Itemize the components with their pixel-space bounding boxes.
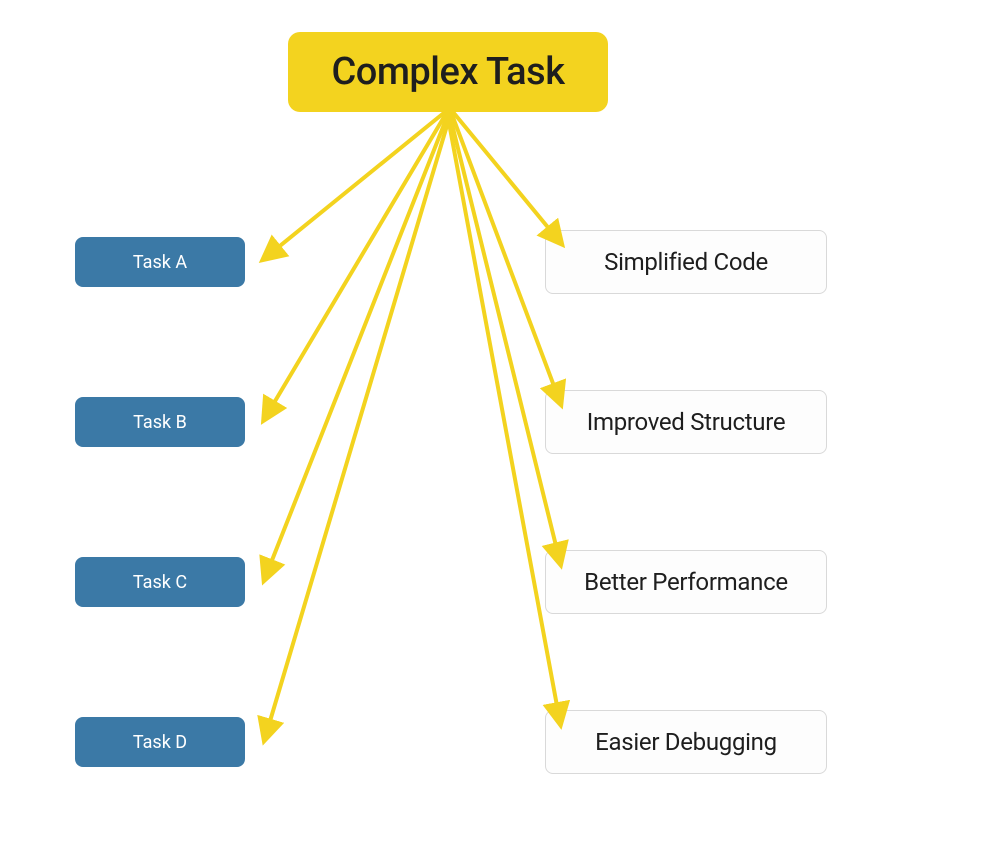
- benefit-node-simplified-code: Simplified Code: [545, 230, 827, 294]
- arrow-to-task-a: [265, 112, 445, 258]
- task-label: Task A: [133, 252, 187, 273]
- task-label: Task B: [133, 412, 187, 433]
- arrow-to-benefit-4: [447, 112, 560, 722]
- task-label: Task C: [133, 572, 187, 593]
- task-node-b: Task B: [75, 397, 245, 447]
- benefit-node-easier-debugging: Easier Debugging: [545, 710, 827, 774]
- root-label: Complex Task: [331, 50, 564, 94]
- arrow-to-benefit-3: [449, 112, 560, 562]
- arrow-to-benefit-2: [451, 112, 560, 402]
- root-node: Complex Task: [288, 32, 608, 112]
- benefit-label: Improved Structure: [587, 408, 786, 436]
- benefit-label: Easier Debugging: [595, 728, 777, 756]
- arrow-to-task-c: [265, 112, 449, 578]
- task-node-a: Task A: [75, 237, 245, 287]
- benefit-node-better-performance: Better Performance: [545, 550, 827, 614]
- arrow-to-task-d: [265, 112, 451, 738]
- arrow-to-task-b: [265, 112, 447, 418]
- arrow-to-benefit-1: [453, 112, 560, 242]
- benefit-label: Better Performance: [584, 568, 788, 596]
- task-label: Task D: [133, 732, 187, 753]
- task-node-c: Task C: [75, 557, 245, 607]
- benefit-node-improved-structure: Improved Structure: [545, 390, 827, 454]
- benefit-label: Simplified Code: [604, 248, 768, 276]
- task-node-d: Task D: [75, 717, 245, 767]
